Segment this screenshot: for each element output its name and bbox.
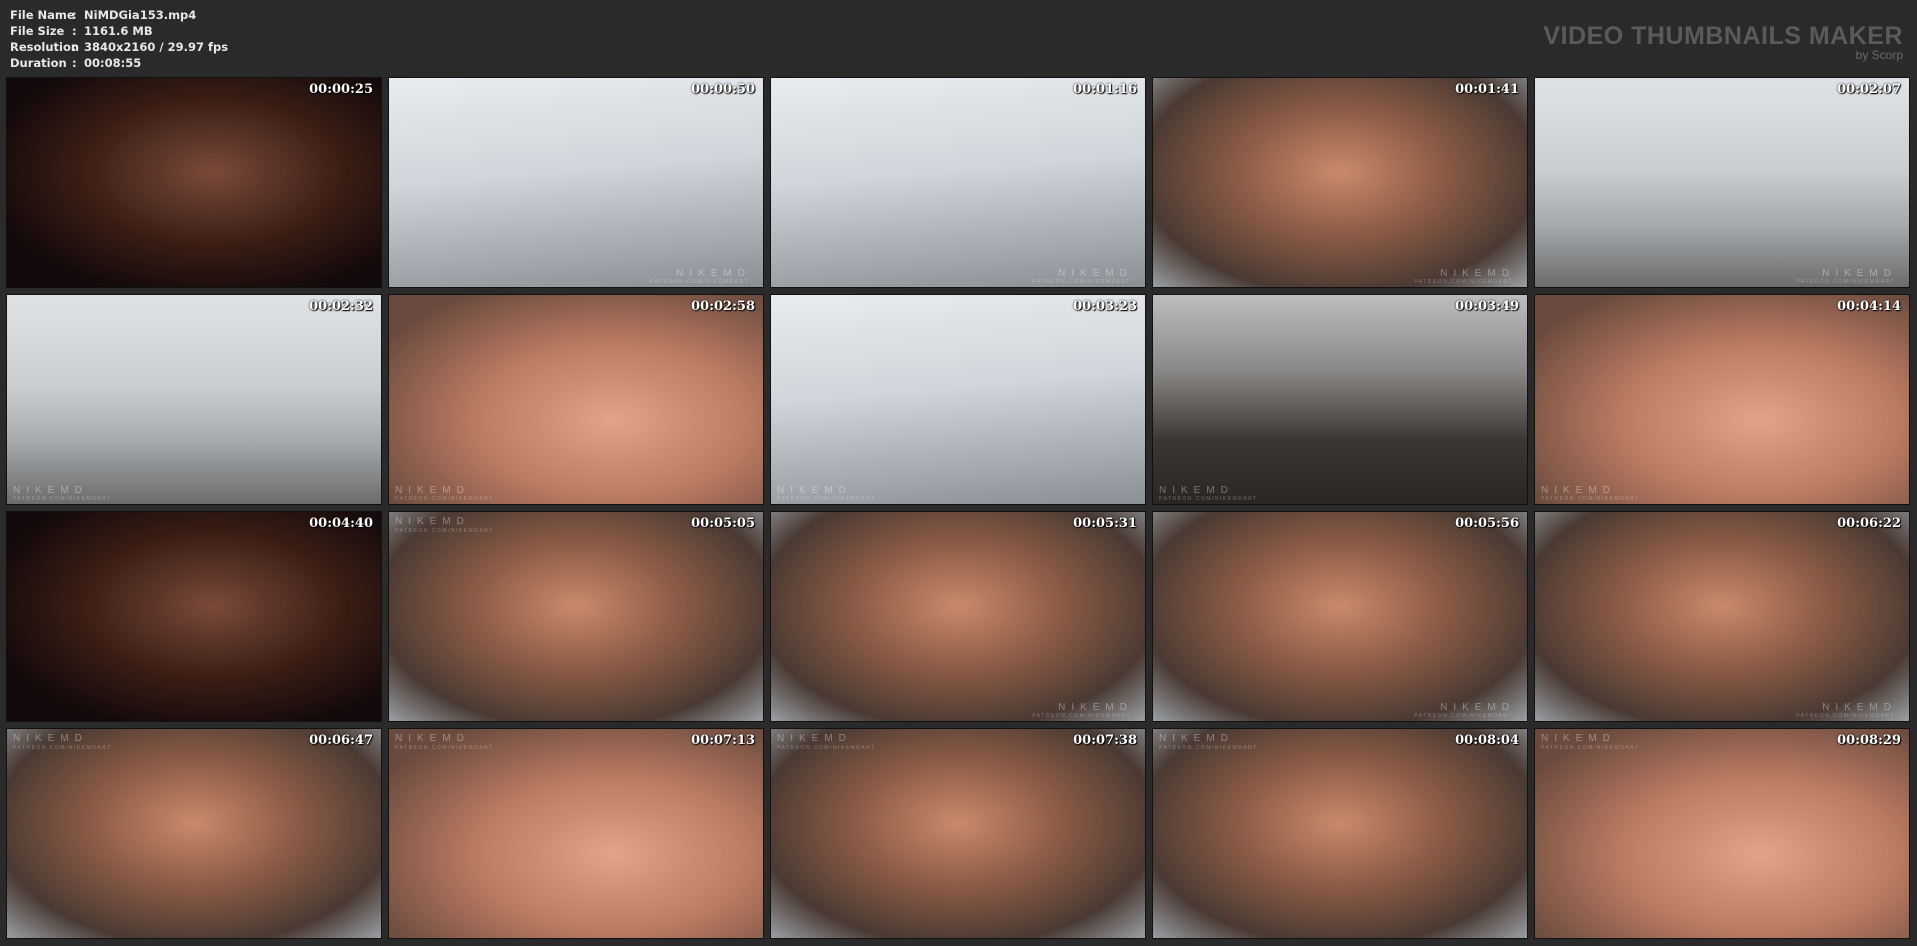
thumbnail[interactable]: 00:03:23 NIKEMD PATREON.COM/NIKEMDART bbox=[770, 294, 1146, 505]
thumbnail[interactable]: 00:00:50 NIKEMD PATREON.COM/NIKEMDART bbox=[388, 77, 764, 288]
watermark-url: PATREON.COM/NIKEMDART bbox=[13, 745, 112, 751]
meta-label: Resolution bbox=[10, 40, 80, 54]
file-info: File Name : NiMDGia153.mp4 File Size : 1… bbox=[10, 7, 228, 71]
duration-value: 00:08:55 bbox=[84, 56, 142, 70]
thumbnail[interactable]: 00:00:25 bbox=[6, 77, 382, 288]
file-name-value: NiMDGia153.mp4 bbox=[84, 8, 197, 22]
thumbnail-timestamp: 00:07:38 bbox=[1073, 733, 1137, 748]
watermark-url: PATREON.COM/NIKEMDART bbox=[395, 528, 494, 534]
thumbnail[interactable]: 00:02:58 NIKEMD PATREON.COM/NIKEMDART bbox=[388, 294, 764, 505]
watermark-url: PATREON.COM/NIKEMDART bbox=[395, 745, 494, 751]
thumbnail-timestamp: 00:01:16 bbox=[1073, 82, 1137, 97]
watermark: NIKEMD bbox=[395, 516, 470, 527]
watermark: NIKEMD bbox=[1440, 702, 1515, 713]
thumbnail-timestamp: 00:03:49 bbox=[1455, 299, 1519, 314]
file-name-row: File Name : NiMDGia153.mp4 bbox=[10, 7, 228, 23]
thumbnail[interactable]: 00:07:38 NIKEMD PATREON.COM/NIKEMDART bbox=[770, 728, 1146, 939]
meta-separator: : bbox=[72, 8, 77, 22]
thumbnail-timestamp: 00:06:22 bbox=[1837, 516, 1901, 531]
watermark-url: PATREON.COM/NIKEMDART bbox=[1414, 713, 1513, 719]
meta-separator: : bbox=[72, 40, 77, 54]
thumbnail-timestamp: 00:05:31 bbox=[1073, 516, 1137, 531]
thumbnail-timestamp: 00:04:40 bbox=[309, 516, 373, 531]
thumbnail-grid: 00:00:25 00:00:50 NIKEMD PATREON.COM/NIKEMD… bbox=[6, 77, 1910, 939]
app-logo: VIDEO THUMBNAILS MAKER by Scorp bbox=[1543, 22, 1903, 62]
watermark-url: PATREON.COM/NIKEMDART bbox=[13, 496, 112, 502]
thumbnail-timestamp: 00:07:13 bbox=[691, 733, 755, 748]
brand-title: VIDEO THUMBNAILS MAKER bbox=[1543, 22, 1903, 50]
thumbnail[interactable]: 00:05:56 NIKEMD PATREON.COM/NIKEMDART bbox=[1152, 511, 1528, 722]
thumbnail[interactable]: 00:02:32 NIKEMD PATREON.COM/NIKEMDART bbox=[6, 294, 382, 505]
watermark-url: PATREON.COM/NIKEMDART bbox=[395, 496, 494, 502]
file-size-row: File Size : 1161.6 MB bbox=[10, 23, 228, 39]
thumbnail[interactable]: 00:04:14 NIKEMD PATREON.COM/NIKEMDART bbox=[1534, 294, 1910, 505]
watermark-url: PATREON.COM/NIKEMDART bbox=[1796, 279, 1895, 285]
meta-label: Duration bbox=[10, 56, 67, 70]
thumbnail-timestamp: 00:05:56 bbox=[1455, 516, 1519, 531]
thumbnail[interactable]: 00:06:47 NIKEMD PATREON.COM/NIKEMDART bbox=[6, 728, 382, 939]
file-size-value: 1161.6 MB bbox=[84, 24, 153, 38]
resolution-value: 3840x2160 / 29.97 fps bbox=[84, 40, 229, 54]
watermark: NIKEMD bbox=[1058, 702, 1133, 713]
watermark: NIKEMD bbox=[777, 733, 852, 744]
watermark: NIKEMD bbox=[1822, 702, 1897, 713]
resolution-row: Resolution : 3840x2160 / 29.97 fps bbox=[10, 39, 228, 55]
thumbnail-timestamp: 00:02:58 bbox=[691, 299, 755, 314]
thumbnail-timestamp: 00:02:32 bbox=[309, 299, 373, 314]
watermark-url: PATREON.COM/NIKEMDART bbox=[777, 496, 876, 502]
watermark-url: PATREON.COM/NIKEMDART bbox=[1032, 279, 1131, 285]
watermark-url: PATREON.COM/NIKEMDART bbox=[1796, 713, 1895, 719]
watermark-url: PATREON.COM/NIKEMDART bbox=[650, 279, 749, 285]
watermark: NIKEMD bbox=[1159, 485, 1234, 496]
meta-separator: : bbox=[72, 24, 77, 38]
watermark: NIKEMD bbox=[1058, 268, 1133, 279]
thumbnail[interactable]: 00:08:29 NIKEMD PATREON.COM/NIKEMDART bbox=[1534, 728, 1910, 939]
thumbnail[interactable]: 00:02:07 NIKEMD PATREON.COM/NIKEMDART bbox=[1534, 77, 1910, 288]
thumbnail-timestamp: 00:04:14 bbox=[1837, 299, 1901, 314]
watermark-url: PATREON.COM/NIKEMDART bbox=[1032, 713, 1131, 719]
thumbnail-timestamp: 00:08:04 bbox=[1455, 733, 1519, 748]
watermark: NIKEMD bbox=[1440, 268, 1515, 279]
watermark-url: PATREON.COM/NIKEMDART bbox=[777, 745, 876, 751]
thumbnail[interactable]: 00:08:04 NIKEMD PATREON.COM/NIKEMDART bbox=[1152, 728, 1528, 939]
watermark-url: PATREON.COM/NIKEMDART bbox=[1541, 745, 1640, 751]
thumbnail[interactable]: 00:03:49 NIKEMD PATREON.COM/NIKEMDART bbox=[1152, 294, 1528, 505]
thumbnail-timestamp: 00:05:05 bbox=[691, 516, 755, 531]
meta-label: File Size bbox=[10, 24, 65, 38]
meta-label: File Name bbox=[10, 8, 75, 22]
watermark-url: PATREON.COM/NIKEMDART bbox=[1159, 745, 1258, 751]
thumbnail[interactable]: 00:07:13 NIKEMD PATREON.COM/NIKEMDART bbox=[388, 728, 764, 939]
thumbnail-timestamp: 00:03:23 bbox=[1073, 299, 1137, 314]
watermark-url: PATREON.COM/NIKEMDART bbox=[1414, 279, 1513, 285]
watermark: NIKEMD bbox=[13, 485, 88, 496]
thumbnail[interactable]: 00:01:16 NIKEMD PATREON.COM/NIKEMDART bbox=[770, 77, 1146, 288]
watermark: NIKEMD bbox=[777, 485, 852, 496]
watermark: NIKEMD bbox=[1541, 485, 1616, 496]
duration-row: Duration : 00:08:55 bbox=[10, 55, 228, 71]
thumbnail[interactable]: 00:05:05 NIKEMD PATREON.COM/NIKEMDART bbox=[388, 511, 764, 722]
thumbnail-timestamp: 00:00:50 bbox=[691, 82, 755, 97]
thumbnail-timestamp: 00:06:47 bbox=[309, 733, 373, 748]
watermark: NIKEMD bbox=[1541, 733, 1616, 744]
watermark: NIKEMD bbox=[1159, 733, 1234, 744]
thumbnail[interactable]: 00:05:31 NIKEMD PATREON.COM/NIKEMDART bbox=[770, 511, 1146, 722]
thumbnail-timestamp: 00:00:25 bbox=[309, 82, 373, 97]
watermark: NIKEMD bbox=[395, 733, 470, 744]
watermark: NIKEMD bbox=[395, 485, 470, 496]
thumbnail[interactable]: 00:06:22 NIKEMD PATREON.COM/NIKEMDART bbox=[1534, 511, 1910, 722]
thumbnail-timestamp: 00:02:07 bbox=[1837, 82, 1901, 97]
thumbnail[interactable]: 00:04:40 bbox=[6, 511, 382, 722]
thumbnail[interactable]: 00:01:41 NIKEMD PATREON.COM/NIKEMDART bbox=[1152, 77, 1528, 288]
thumbnail-timestamp: 00:01:41 bbox=[1455, 82, 1519, 97]
thumbnail-timestamp: 00:08:29 bbox=[1837, 733, 1901, 748]
watermark: NIKEMD bbox=[1822, 268, 1897, 279]
watermark: NIKEMD bbox=[676, 268, 751, 279]
watermark-url: PATREON.COM/NIKEMDART bbox=[1159, 496, 1258, 502]
meta-separator: : bbox=[72, 56, 77, 70]
watermark: NIKEMD bbox=[13, 733, 88, 744]
watermark-url: PATREON.COM/NIKEMDART bbox=[1541, 496, 1640, 502]
